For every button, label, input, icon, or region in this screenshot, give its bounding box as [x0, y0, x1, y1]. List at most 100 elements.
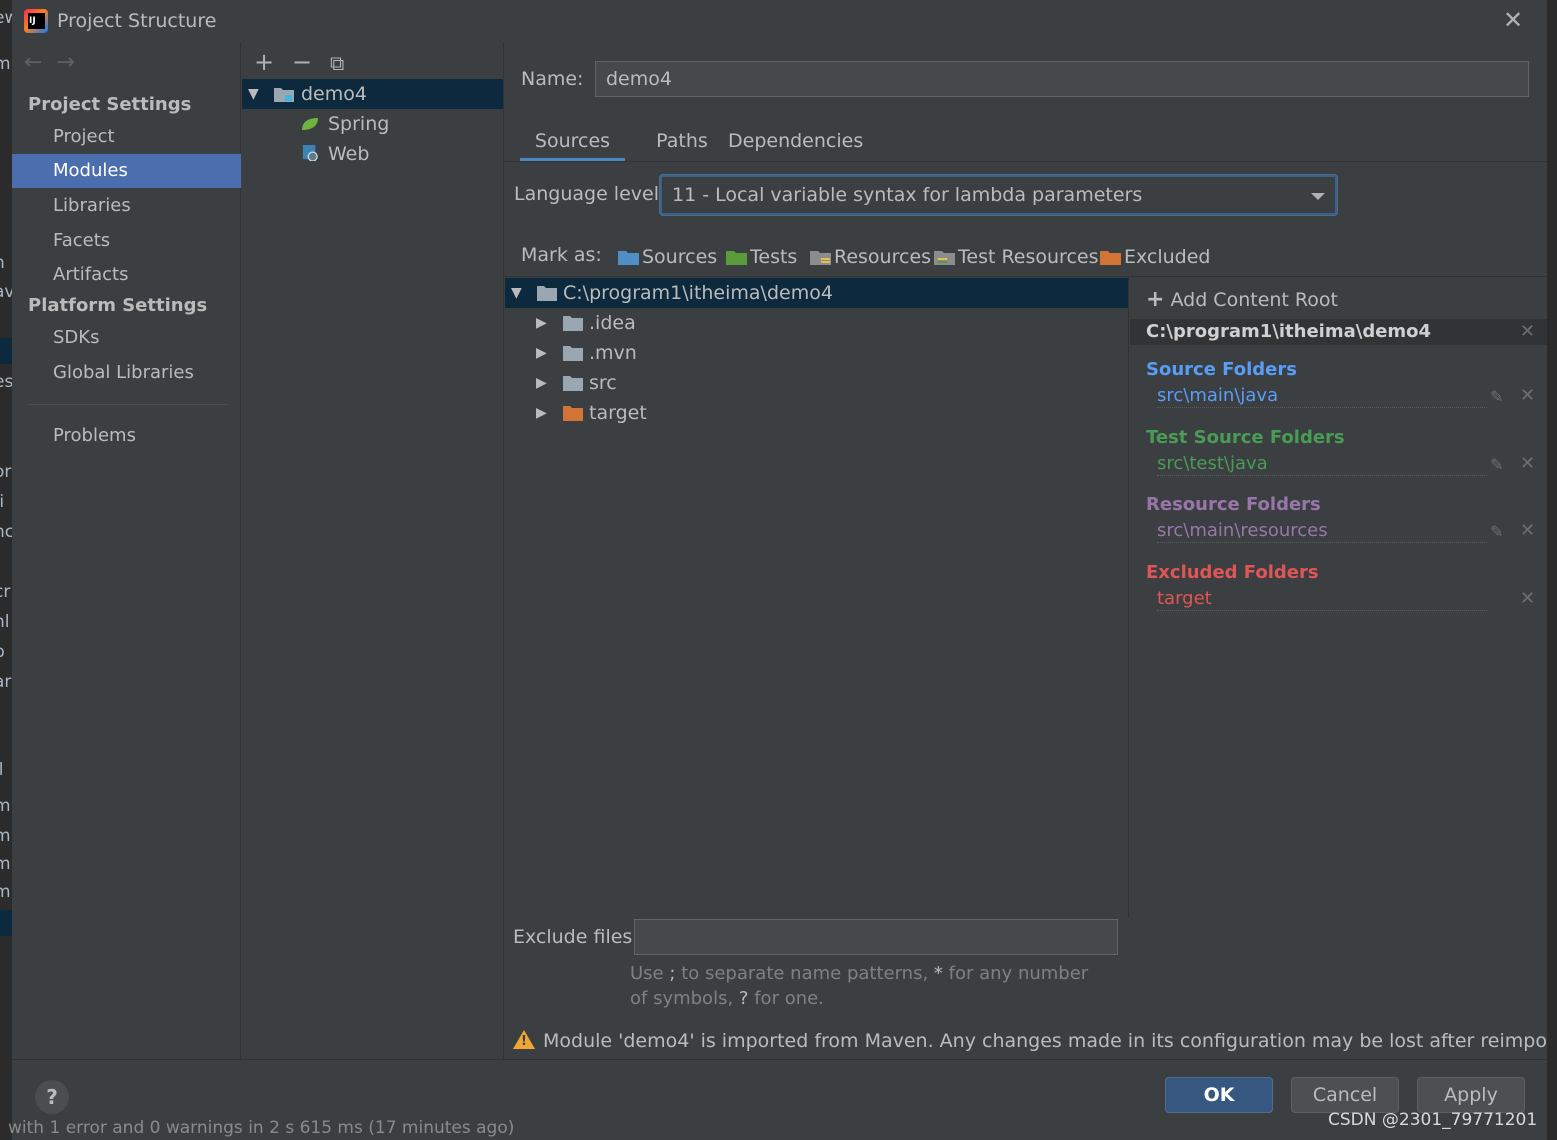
module-name-input[interactable]: demo4 [595, 61, 1529, 97]
help-button[interactable]: ? [35, 1080, 69, 1114]
web-facet-icon [302, 145, 318, 161]
ok-button[interactable]: OK [1165, 1077, 1273, 1113]
mark-as-tests-button[interactable]: Tests [726, 246, 797, 268]
mark-as-label-text: Sources [642, 246, 718, 268]
tree-row-label: .mvn [589, 342, 637, 364]
mark-as-excluded-button[interactable]: Excluded [1100, 246, 1211, 268]
background-text-fragment: av [0, 282, 12, 302]
tests-folder-icon [726, 251, 747, 265]
excluded-folders-title: Excluded Folders [1146, 562, 1319, 583]
pencil-icon[interactable]: ✎ [1490, 455, 1503, 474]
tree-row-root[interactable]: ▼ C:\program1\itheima\demo4 [505, 278, 1128, 308]
nav-item-problems[interactable]: Problems [12, 419, 241, 453]
remove-root-icon[interactable]: ✕ [1520, 319, 1535, 345]
facet-label: Spring [328, 113, 390, 135]
mark-as-label-text: Test Resources [958, 246, 1099, 268]
tree-row-mvn[interactable]: ▶ .mvn [505, 338, 1128, 368]
sources-folder-icon [618, 251, 639, 265]
background-text-fragment: m [0, 54, 11, 74]
tree-row-idea[interactable]: ▶ .idea [505, 308, 1128, 338]
apply-button[interactable]: Apply [1417, 1077, 1525, 1113]
facet-web[interactable]: Web [242, 139, 503, 169]
resource-folders-title: Resource Folders [1146, 494, 1321, 515]
tree-row-label: target [589, 402, 647, 424]
nav-item-libraries[interactable]: Libraries [12, 189, 241, 223]
folder-icon [563, 346, 583, 361]
facet-spring[interactable]: Spring [242, 109, 503, 139]
close-icon[interactable]: ✕ [1520, 588, 1535, 609]
tree-row-label: .idea [589, 312, 636, 334]
module-folder-icon [274, 88, 294, 102]
module-settings-panel: Name: demo4 Sources Paths Dependencies L… [505, 42, 1557, 1059]
mark-as-test-resources-button[interactable]: Test Resources [934, 246, 1099, 268]
folder-icon [563, 376, 583, 391]
mark-as-resources-button[interactable]: Resources [810, 246, 931, 268]
expand-triangle-icon[interactable]: ▼ [248, 79, 259, 109]
resource-folder-item[interactable]: src\main\resources [1157, 520, 1487, 543]
add-module-icon[interactable]: + [254, 48, 292, 76]
background-text-fragment: nc [0, 522, 12, 542]
plus-icon: + [1146, 287, 1165, 312]
collapsed-triangle-icon[interactable]: ▶ [536, 308, 547, 338]
add-content-root-button[interactable]: + Add Content Root [1146, 287, 1338, 312]
tab-sources[interactable]: Sources [520, 126, 625, 162]
source-folders-title: Source Folders [1146, 359, 1297, 380]
tree-row-target[interactable]: ▶ target [505, 398, 1128, 428]
nav-item-sdks[interactable]: SDKs [12, 321, 241, 355]
tab-dependencies[interactable]: Dependencies [728, 126, 863, 162]
source-folder-item[interactable]: src\main\java [1157, 385, 1487, 408]
cancel-button[interactable]: Cancel [1291, 1077, 1399, 1113]
mark-as-label-text: Tests [750, 246, 798, 268]
copy-module-icon[interactable]: ⧉ [330, 51, 368, 75]
pencil-icon[interactable]: ✎ [1490, 387, 1503, 406]
warning-text: Module 'demo4' is imported from Maven. A… [543, 1030, 1557, 1052]
spring-leaf-icon [302, 118, 318, 130]
forward-arrow-icon[interactable]: → [56, 50, 88, 75]
test-source-folder-item[interactable]: src\test\java [1157, 453, 1487, 476]
tree-row-label: src [589, 372, 617, 394]
maven-warning: Module 'demo4' is imported from Maven. A… [513, 1028, 1557, 1052]
mark-as-sources-button[interactable]: Sources [618, 246, 717, 268]
excluded-folder-icon [1100, 251, 1121, 265]
resources-folder-icon [810, 251, 831, 265]
expand-triangle-icon[interactable]: ▼ [511, 278, 522, 308]
close-icon[interactable]: ✕ [1500, 7, 1526, 33]
excluded-folder-item[interactable]: target [1157, 588, 1487, 611]
nav-item-artifacts[interactable]: Artifacts [12, 258, 241, 292]
title-bar: Project Structure ✕ [12, 0, 1547, 42]
background-text-fragment: cr [0, 582, 11, 602]
mark-as-label-text: Resources [834, 246, 932, 268]
collapsed-triangle-icon[interactable]: ▶ [536, 398, 547, 428]
content-roots-panel: + Add Content Root C:\program1\itheima\d… [1130, 276, 1547, 1020]
nav-item-project[interactable]: Project [12, 120, 241, 154]
nav-item-modules[interactable]: Modules [12, 154, 241, 188]
project-settings-header: Project Settings [28, 94, 192, 115]
history-navigation: ←→ [24, 50, 89, 75]
background-selection [0, 338, 12, 364]
remove-module-icon[interactable]: − [292, 48, 330, 76]
module-tree-panel: + − ⧉ ▼ demo4 Spring Web [242, 42, 504, 1059]
exclude-files-input[interactable] [634, 919, 1118, 955]
collapsed-triangle-icon[interactable]: ▶ [536, 338, 547, 368]
background-text-fragment: m [0, 796, 11, 816]
background-selection [0, 910, 12, 936]
nav-item-facets[interactable]: Facets [12, 224, 241, 258]
name-label: Name: [521, 68, 584, 90]
collapsed-triangle-icon[interactable]: ▶ [536, 368, 547, 398]
tab-paths[interactable]: Paths [638, 126, 726, 162]
exclude-files-hint: Use ; to separate name patterns, * for a… [630, 963, 1089, 1009]
module-tree-root[interactable]: ▼ demo4 [242, 79, 503, 109]
nav-item-global-libraries[interactable]: Global Libraries [12, 356, 241, 390]
close-icon[interactable]: ✕ [1520, 453, 1535, 474]
back-arrow-icon[interactable]: ← [24, 50, 56, 75]
language-level-select[interactable]: 11 - Local variable syntax for lambda pa… [660, 175, 1337, 215]
pencil-icon[interactable]: ✎ [1490, 522, 1503, 541]
background-text-fragment: n [0, 253, 5, 273]
close-icon[interactable]: ✕ [1520, 385, 1535, 406]
close-icon[interactable]: ✕ [1520, 520, 1535, 541]
tree-row-src[interactable]: ▶ src [505, 368, 1128, 398]
module-name: demo4 [301, 83, 367, 105]
language-level-label: Language level: [514, 183, 666, 205]
background-text-fragment: es [0, 372, 12, 392]
background-status-text: with 1 error and 0 warnings in 2 s 615 m… [8, 1118, 515, 1138]
